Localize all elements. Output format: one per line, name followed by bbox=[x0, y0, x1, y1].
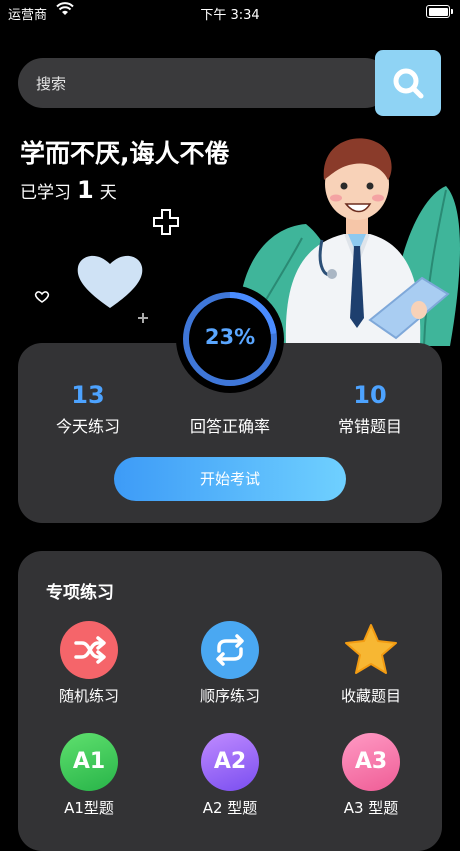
studied-days-count: 1 bbox=[77, 176, 94, 204]
a2-question-type-button[interactable]: A2 A2 型题 bbox=[170, 733, 290, 818]
start-exam-button[interactable]: 开始考试 bbox=[114, 457, 346, 501]
sequential-practice-button[interactable]: 顺序练习 bbox=[170, 621, 290, 706]
random-practice-button[interactable]: 随机练习 bbox=[29, 621, 149, 706]
small-heart-icon bbox=[34, 291, 50, 303]
search-button[interactable] bbox=[375, 50, 441, 116]
badge-text: A3 bbox=[354, 749, 388, 774]
search-icon bbox=[393, 68, 424, 99]
heart-decoration-icon bbox=[77, 255, 143, 308]
special-practice-card: 专项练习 随机练习 顺序练习 收藏题目 A1 A1型题 A2 A2 型题 A3 … bbox=[18, 551, 442, 851]
item-label: 随机练习 bbox=[58, 687, 119, 705]
shuffle-icon bbox=[60, 621, 118, 679]
repeat-icon bbox=[201, 621, 259, 679]
search-placeholder: 搜索 bbox=[36, 75, 67, 93]
item-label: 顺序练习 bbox=[199, 687, 260, 705]
stat-label: 常错题目 bbox=[337, 417, 402, 436]
a1-badge-icon: A1 bbox=[60, 733, 118, 791]
star-icon bbox=[342, 621, 400, 679]
stat-label: 今天练习 bbox=[55, 417, 120, 436]
studied-suffix: 天 bbox=[99, 183, 117, 203]
studied-prefix: 已学习 bbox=[20, 183, 71, 203]
stat-label: 回答正确率 bbox=[189, 417, 270, 436]
status-bar: 运营商 下午 3:34 bbox=[0, 0, 460, 24]
stat-value: 13 bbox=[71, 381, 105, 409]
favorites-button[interactable]: 收藏题目 bbox=[311, 621, 431, 706]
stat-today-practice: 13 今天练习 bbox=[28, 381, 148, 437]
search-input[interactable]: 搜索 bbox=[18, 58, 390, 108]
a3-question-type-button[interactable]: A3 A3 型题 bbox=[311, 733, 431, 818]
stat-frequent-errors: 10 常错题目 bbox=[310, 381, 430, 437]
motto-heading: 学而不厌,诲人不倦 bbox=[20, 139, 230, 168]
a2-badge-icon: A2 bbox=[201, 733, 259, 791]
accuracy-percent: 23% bbox=[204, 325, 256, 349]
section-title: 专项练习 bbox=[46, 583, 114, 603]
item-label: A1型题 bbox=[64, 799, 114, 817]
badge-text: A1 bbox=[72, 749, 106, 774]
item-label: 收藏题目 bbox=[340, 687, 401, 705]
plus-decoration-icon bbox=[153, 209, 179, 235]
item-label: A3 型题 bbox=[343, 799, 399, 817]
a3-badge-icon: A3 bbox=[342, 733, 400, 791]
item-label: A2 型题 bbox=[202, 799, 258, 817]
battery-icon bbox=[426, 5, 453, 18]
a1-question-type-button[interactable]: A1 A1型题 bbox=[29, 733, 149, 818]
studied-days: 已学习 1 天 bbox=[20, 176, 117, 204]
stat-value: 10 bbox=[353, 381, 387, 409]
badge-text: A2 bbox=[213, 749, 247, 774]
clock: 下午 3:34 bbox=[200, 8, 260, 23]
accuracy-progress-ring: 23% bbox=[176, 285, 284, 393]
tiny-plus-icon bbox=[138, 313, 148, 323]
